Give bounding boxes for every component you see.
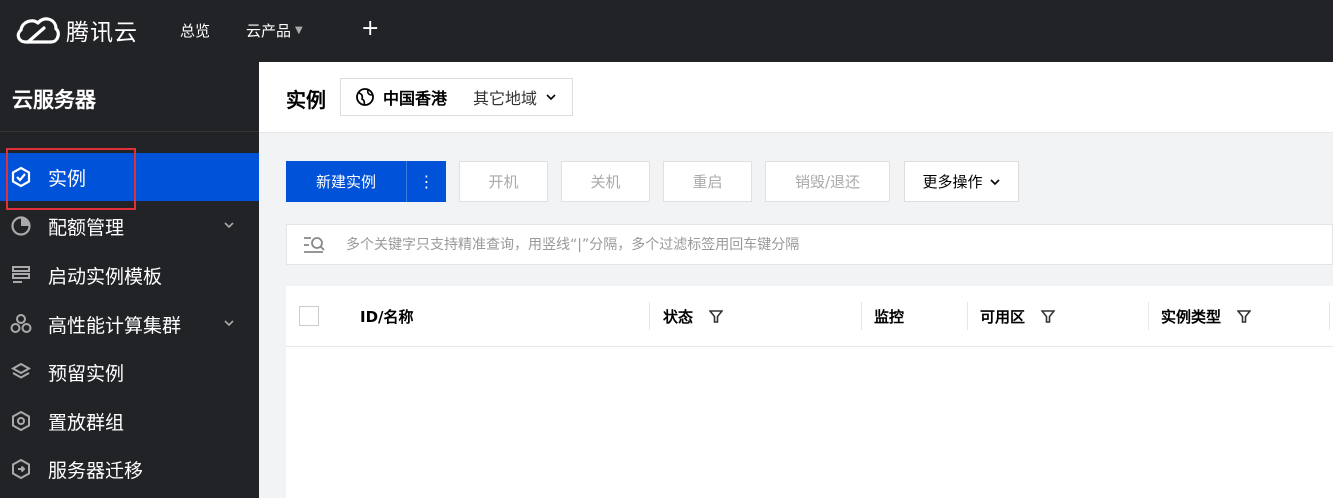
caret-down-icon: ▼ bbox=[295, 25, 303, 36]
sidebar-item-label: 启动实例模板 bbox=[48, 265, 163, 288]
sidebar-item-quota[interactable]: 配额管理 bbox=[0, 202, 259, 250]
nav-overview[interactable]: 总览 bbox=[180, 20, 210, 41]
power-on-button[interactable]: 开机 bbox=[459, 161, 548, 202]
column-header-status[interactable]: 状态 bbox=[663, 306, 724, 327]
column-divider[interactable] bbox=[861, 302, 862, 330]
page-header: 实例 中国香港 其它地域 bbox=[259, 62, 1333, 133]
brand-name: 腾讯云 bbox=[66, 20, 138, 46]
cluster-icon bbox=[10, 313, 32, 335]
column-header-label: ID/名称 bbox=[360, 308, 414, 326]
top-navigation-bar: 腾讯云 总览 云产品 ▼ + bbox=[0, 0, 1333, 62]
column-divider[interactable] bbox=[967, 302, 968, 330]
sidebar-item-instances[interactable]: 实例 bbox=[0, 153, 259, 201]
column-header-id-name[interactable]: ID/名称 bbox=[360, 306, 414, 327]
nav-cloud-products-label: 云产品 bbox=[246, 22, 292, 40]
filter-search-icon bbox=[304, 236, 325, 253]
filter-icon[interactable] bbox=[1041, 309, 1056, 324]
layers-icon bbox=[10, 361, 32, 383]
column-divider[interactable] bbox=[1329, 302, 1330, 330]
cloud-logo-icon bbox=[16, 17, 60, 44]
sidebar-item-launch-template[interactable]: 启动实例模板 bbox=[0, 251, 259, 299]
region-current[interactable]: 中国香港 bbox=[383, 85, 447, 109]
template-icon bbox=[10, 264, 32, 286]
destroy-return-button[interactable]: 销毁/退还 bbox=[765, 161, 890, 202]
page-title: 实例 bbox=[286, 88, 326, 112]
column-divider[interactable] bbox=[649, 302, 650, 330]
sidebar-item-label: 实例 bbox=[48, 167, 87, 190]
chevron-down-icon[interactable] bbox=[223, 219, 235, 231]
chevron-down-icon[interactable] bbox=[545, 91, 557, 103]
migration-icon bbox=[10, 458, 32, 480]
filter-icon[interactable] bbox=[709, 309, 724, 324]
region-selector[interactable]: 中国香港 其它地域 bbox=[340, 78, 573, 116]
sidebar-item-label: 置放群组 bbox=[48, 411, 125, 434]
placement-group-icon bbox=[10, 410, 32, 432]
power-off-button[interactable]: 关机 bbox=[561, 161, 650, 202]
column-header-label: 实例类型 bbox=[1161, 308, 1222, 326]
search-bar[interactable] bbox=[286, 224, 1333, 265]
sidebar-item-placement-group[interactable]: 置放群组 bbox=[0, 397, 259, 445]
sidebar-item-label: 预留实例 bbox=[48, 362, 125, 385]
column-divider[interactable] bbox=[1148, 302, 1149, 330]
instance-table: ID/名称 状态 监控 可用区 实例类型 bbox=[286, 286, 1333, 498]
create-options-button[interactable]: ⋮ bbox=[406, 161, 446, 202]
sidebar-title: 云服务器 bbox=[12, 88, 96, 112]
quota-pie-icon bbox=[10, 215, 32, 237]
globe-icon bbox=[356, 88, 374, 106]
create-instance-button[interactable]: 新建实例 bbox=[286, 161, 406, 202]
chevron-down-icon[interactable] bbox=[223, 317, 235, 329]
tencent-cloud-logo[interactable]: 腾讯云 bbox=[14, 12, 138, 48]
sidebar-item-label: 配额管理 bbox=[48, 216, 125, 239]
sidebar: 云服务器 实例 配额管理 启动实例模板 高性能计算集群 预留实例 置放群组 服务… bbox=[0, 62, 259, 498]
add-shortcut-button[interactable]: + bbox=[361, 16, 379, 41]
sidebar-divider bbox=[0, 131, 259, 132]
column-header-monitoring[interactable]: 监控 bbox=[874, 306, 904, 327]
sidebar-item-hpc-cluster[interactable]: 高性能计算集群 bbox=[0, 300, 259, 348]
select-all-checkbox[interactable] bbox=[299, 306, 319, 326]
column-header-availability-zone[interactable]: 可用区 bbox=[980, 306, 1056, 327]
search-input[interactable] bbox=[344, 235, 1248, 254]
sidebar-item-server-migration[interactable]: 服务器迁移 bbox=[0, 445, 259, 493]
column-header-label: 监控 bbox=[874, 308, 905, 326]
table-header: ID/名称 状态 监控 可用区 实例类型 bbox=[286, 286, 1333, 347]
sidebar-item-reserved-instances[interactable]: 预留实例 bbox=[0, 348, 259, 396]
region-other[interactable]: 其它地域 bbox=[473, 85, 537, 109]
instance-cube-icon bbox=[10, 166, 32, 188]
sidebar-item-label: 高性能计算集群 bbox=[48, 314, 182, 337]
chevron-down-icon bbox=[989, 178, 1000, 185]
column-header-label: 可用区 bbox=[980, 308, 1026, 326]
column-header-instance-type[interactable]: 实例类型 bbox=[1161, 306, 1252, 327]
filter-icon[interactable] bbox=[1237, 309, 1252, 324]
sidebar-item-label: 服务器迁移 bbox=[48, 459, 144, 482]
more-actions-label: 更多操作 bbox=[922, 173, 983, 191]
restart-button[interactable]: 重启 bbox=[663, 161, 752, 202]
nav-cloud-products[interactable]: 云产品 ▼ bbox=[246, 20, 303, 41]
more-actions-button[interactable]: 更多操作 bbox=[904, 161, 1019, 202]
column-header-label: 状态 bbox=[663, 308, 694, 326]
